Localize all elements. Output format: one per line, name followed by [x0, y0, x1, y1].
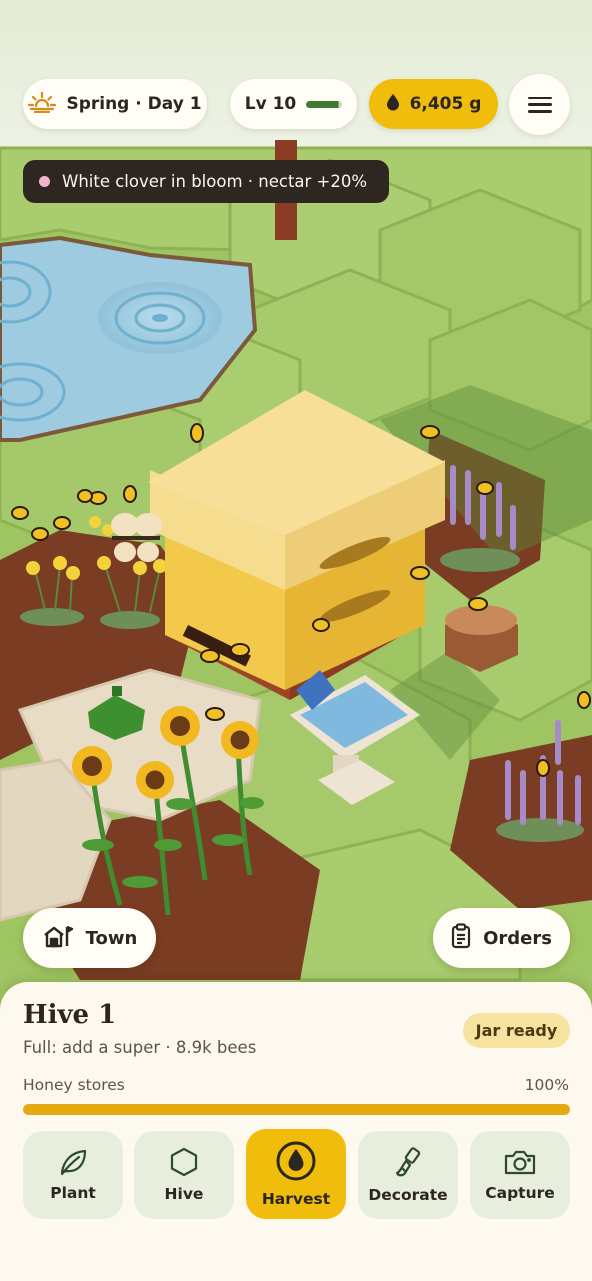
orders-label: Orders — [483, 927, 552, 949]
camera-icon — [503, 1148, 537, 1176]
honey-stores-percent: 100% — [524, 1076, 569, 1094]
honey-stores-bar — [23, 1104, 570, 1115]
jar-ready-badge[interactable]: Jar ready — [463, 1013, 570, 1048]
event-banner: White clover in bloom · nectar +20% — [23, 160, 389, 203]
season-day-indicator[interactable]: Spring · Day 1 — [23, 79, 207, 129]
town-icon — [42, 924, 74, 953]
capture-button[interactable]: Capture — [470, 1131, 570, 1219]
plant-button[interactable]: Plant — [23, 1131, 123, 1219]
decorate-label: Decorate — [368, 1186, 448, 1204]
capture-label: Capture — [485, 1184, 555, 1202]
event-dot-icon — [39, 176, 50, 187]
harvest-label: Harvest — [261, 1190, 331, 1208]
season-label: Spring · Day 1 — [66, 94, 202, 114]
menu-button[interactable] — [509, 74, 570, 135]
sunrise-icon — [28, 91, 57, 118]
action-toolbar: Plant Hive Harvest Decorate Capture — [23, 1129, 570, 1221]
town-label: Town — [85, 927, 138, 949]
leaf-icon — [58, 1148, 88, 1176]
hamburger-icon — [527, 96, 552, 113]
hive-title: Hive 1 — [23, 1000, 117, 1030]
clipboard-icon — [451, 922, 471, 954]
hive-button[interactable]: Hive — [134, 1131, 234, 1219]
gold-amount: 6,405 g — [409, 94, 482, 114]
gold-balance[interactable]: 6,405 g — [369, 79, 498, 129]
harvest-button[interactable]: Harvest — [246, 1129, 346, 1219]
honey-stores-label: Honey stores — [23, 1076, 125, 1094]
decorate-button[interactable]: Decorate — [358, 1131, 458, 1219]
level-indicator[interactable]: Lv 10 — [230, 79, 357, 129]
hive-label: Hive — [164, 1185, 204, 1203]
paintbrush-icon — [393, 1146, 423, 1178]
honey-stores-fill — [23, 1104, 570, 1115]
level-progress-bar — [306, 100, 343, 108]
hexagon-icon — [170, 1147, 198, 1177]
honey-drop-icon — [386, 93, 400, 116]
honey-drop-icon — [275, 1140, 317, 1182]
event-banner-text: White clover in bloom · nectar +20% — [62, 172, 368, 191]
town-button[interactable]: Town — [23, 908, 156, 968]
level-label: Lv 10 — [244, 94, 297, 114]
hive-subtitle: Full: add a super · 8.9k bees — [23, 1038, 257, 1057]
orders-button[interactable]: Orders — [433, 908, 570, 968]
plant-label: Plant — [50, 1184, 96, 1202]
